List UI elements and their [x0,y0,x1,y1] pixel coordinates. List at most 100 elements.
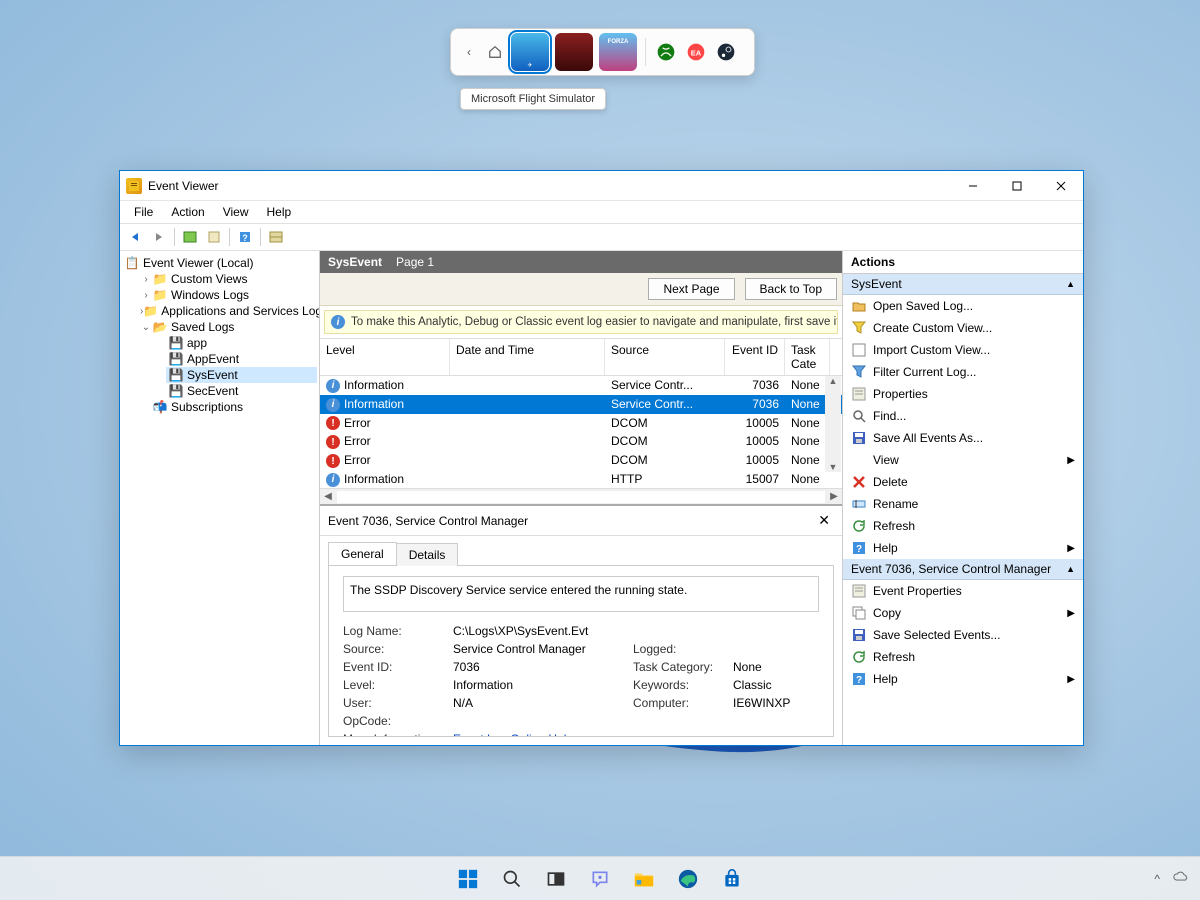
submenu-arrow-icon: ▶ [1067,674,1075,685]
tab-general[interactable]: General [328,542,397,565]
table-row[interactable]: iInformationHTTP15007None [320,470,842,488]
action-properties[interactable]: Properties [843,383,1083,405]
tree-saved-secevent[interactable]: 💾SecEvent [166,383,317,399]
gamebar-back-icon[interactable]: ‹ [459,42,479,62]
menu-file[interactable]: File [126,203,161,221]
tree-saved-sysevent[interactable]: 💾SysEvent [166,367,317,383]
event-log-help-link[interactable]: Event Log Online Help [453,732,573,737]
task-view-icon[interactable] [536,859,576,899]
table-row[interactable]: iInformationService Contr...7036None [320,376,842,395]
action-help[interactable]: ?Help▶ [843,668,1083,690]
help-icon: ? [851,540,867,556]
expand-icon[interactable]: › [140,274,152,285]
explorer-icon[interactable] [624,859,664,899]
taskbar[interactable]: ^ [0,856,1200,900]
tree-pane[interactable]: 📋Event Viewer (Local) ›📁Custom Views ›📁W… [120,251,320,745]
lbl-opcode: OpCode: [343,714,453,728]
toolbar-forward-icon[interactable] [148,226,170,248]
game-tile-flight-sim[interactable]: ✈ [511,33,549,71]
col-level[interactable]: Level [320,339,450,375]
action-copy[interactable]: Copy▶ [843,602,1083,624]
collapse-icon[interactable]: ▲ [1066,279,1075,289]
search-icon[interactable] [492,859,532,899]
menu-action[interactable]: Action [163,203,212,221]
tree-app-services[interactable]: ›📁Applications and Services Logs [138,303,317,319]
xbox-icon[interactable] [654,40,678,64]
tree-label: SecEvent [187,384,238,398]
ea-icon[interactable]: EA [684,40,708,64]
tree-subscriptions[interactable]: 📬Subscriptions [138,399,317,415]
action-refresh[interactable]: Refresh [843,515,1083,537]
scroll-left-icon[interactable]: ◀ [320,491,336,502]
table-body[interactable]: ▲▼ iInformationService Contr...7036Nonei… [320,376,842,488]
col-eventid[interactable]: Event ID [725,339,785,375]
table-row[interactable]: !ErrorDCOM10005None [320,451,842,470]
vertical-scrollbar[interactable]: ▲▼ [825,376,841,472]
tab-details[interactable]: Details [396,543,459,566]
action-delete[interactable]: Delete [843,471,1083,493]
scroll-right-icon[interactable]: ▶ [826,491,842,502]
back-to-top-button[interactable]: Back to Top [745,278,837,300]
event-table: Level Date and Time Source Event ID Task… [320,338,842,504]
expand-icon[interactable]: › [140,290,152,301]
table-row[interactable]: !ErrorDCOM10005None [320,432,842,451]
col-task[interactable]: Task Cate [785,339,830,375]
col-date[interactable]: Date and Time [450,339,605,375]
table-row[interactable]: iInformationService Contr...7036None [320,395,842,414]
detail-close-icon[interactable]: ✕ [814,512,834,529]
action-event-properties[interactable]: Event Properties [843,580,1083,602]
action-help[interactable]: ?Help▶ [843,537,1083,559]
game-tile-2[interactable] [555,33,593,71]
tree-saved-appevent[interactable]: 💾AppEvent [166,351,317,367]
tree-saved-app[interactable]: 💾app [166,335,317,351]
close-button[interactable] [1039,171,1083,201]
tree-saved-logs[interactable]: ⌄📂Saved Logs [138,319,317,335]
titlebar[interactable]: Event Viewer [120,171,1083,201]
system-tray[interactable]: ^ [1154,868,1190,889]
action-open-saved-log[interactable]: Open Saved Log... [843,295,1083,317]
save-icon [851,430,867,446]
gamebar-home-icon[interactable] [485,42,505,62]
next-page-button[interactable]: Next Page [648,278,734,300]
action-filter-current-log[interactable]: Filter Current Log... [843,361,1083,383]
menu-help[interactable]: Help [259,203,300,221]
toolbar-preview-icon[interactable] [265,226,287,248]
events-header-page: Page 1 [396,255,434,269]
tray-chevron-icon[interactable]: ^ [1154,872,1160,886]
app-icon [126,178,142,194]
folder-icon: 📁 [152,272,168,286]
actions-group-sysevent[interactable]: SysEvent▲ [843,274,1083,295]
horizontal-scrollbar[interactable]: ◀▶ [320,488,842,504]
chat-icon[interactable] [580,859,620,899]
action-rename[interactable]: Rename [843,493,1083,515]
action-label: Save Selected Events... [873,628,1000,642]
maximize-button[interactable] [995,171,1039,201]
tree-root[interactable]: 📋Event Viewer (Local) [122,255,317,271]
toolbar-help-icon[interactable]: ? [234,226,256,248]
steam-icon[interactable] [714,40,738,64]
action-save-all-events-as[interactable]: Save All Events As... [843,427,1083,449]
collapse-icon[interactable]: ▲ [1066,564,1075,574]
action-save-selected-events[interactable]: Save Selected Events... [843,624,1083,646]
tray-onedrive-icon[interactable] [1172,868,1190,889]
game-tile-forza[interactable]: FORZA [599,33,637,71]
tree-custom-views[interactable]: ›📁Custom Views [138,271,317,287]
toolbar-back-icon[interactable] [124,226,146,248]
action-create-custom-view[interactable]: Create Custom View... [843,317,1083,339]
minimize-button[interactable] [951,171,995,201]
action-view[interactable]: View▶ [843,449,1083,471]
start-button[interactable] [448,859,488,899]
actions-group-event[interactable]: Event 7036, Service Control Manager▲ [843,559,1083,580]
collapse-icon[interactable]: ⌄ [140,322,152,333]
col-source[interactable]: Source [605,339,725,375]
tree-windows-logs[interactable]: ›📁Windows Logs [138,287,317,303]
action-import-custom-view[interactable]: Import Custom View... [843,339,1083,361]
toolbar-show-tree-icon[interactable] [179,226,201,248]
action-refresh[interactable]: Refresh [843,646,1083,668]
toolbar-props-icon[interactable] [203,226,225,248]
table-row[interactable]: !ErrorDCOM10005None [320,414,842,433]
action-find[interactable]: Find... [843,405,1083,427]
store-icon[interactable] [712,859,752,899]
edge-icon[interactable] [668,859,708,899]
menu-view[interactable]: View [215,203,257,221]
